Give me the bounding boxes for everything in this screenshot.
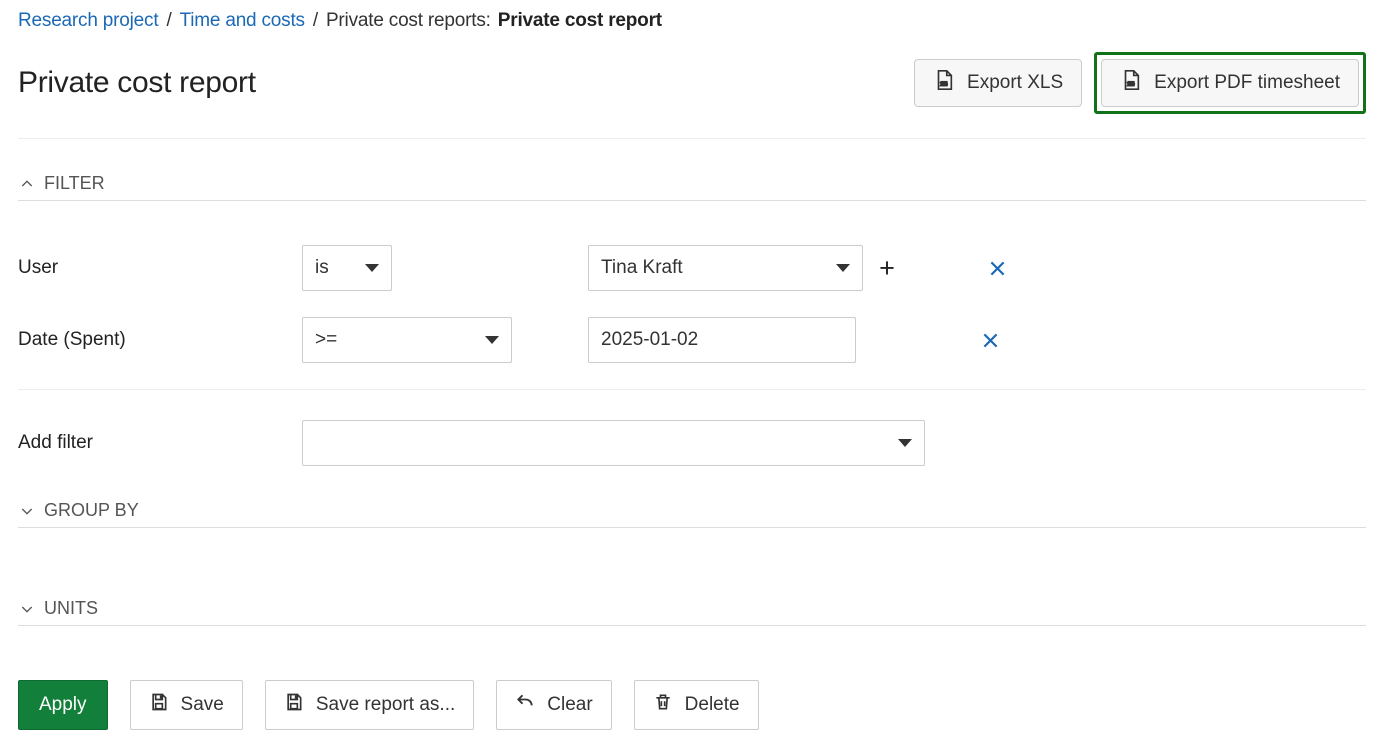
header-divider (18, 138, 1366, 139)
export-pdf-button[interactable]: XLS Export PDF timesheet (1101, 59, 1359, 107)
caret-down-icon (485, 336, 499, 344)
breadcrumb-sep: / (313, 10, 318, 32)
add-user-value-button[interactable]: + (869, 253, 905, 284)
apply-button[interactable]: Apply (18, 680, 108, 730)
filter-user-operator-select[interactable]: is (302, 245, 392, 291)
groupby-section-label: GROUP BY (44, 500, 139, 521)
svg-text:XLS: XLS (1128, 83, 1135, 87)
filter-row-date: Date (Spent) >= (18, 317, 1366, 363)
export-pdf-highlight: XLS Export PDF timesheet (1094, 52, 1366, 114)
caret-down-icon (365, 264, 379, 272)
clear-button[interactable]: Clear (496, 680, 611, 730)
breadcrumb-current: Private cost report (493, 10, 662, 32)
filter-user-value-select[interactable]: Tina Kraft (588, 245, 863, 291)
units-section-toggle[interactable]: UNITS (18, 598, 1366, 626)
chevron-down-icon (18, 502, 36, 520)
clear-label: Clear (547, 694, 592, 716)
save-as-label: Save report as... (316, 694, 455, 716)
chevron-down-icon (18, 600, 36, 618)
save-icon (149, 692, 169, 718)
save-button[interactable]: Save (130, 680, 243, 730)
add-filter-select[interactable] (302, 420, 925, 466)
filter-date-value-input[interactable] (588, 317, 856, 363)
breadcrumb-module-link[interactable]: Time and costs (180, 10, 305, 32)
caret-down-icon (898, 439, 912, 447)
remove-date-filter-button[interactable] (972, 330, 1008, 351)
save-icon (284, 692, 304, 718)
trash-icon (653, 692, 673, 718)
filter-section-toggle[interactable]: FILTER (18, 173, 1366, 201)
filter-row-user: User is Tina Kraft + (18, 245, 1366, 291)
file-xls-icon: XLS (933, 69, 955, 97)
export-xls-label: Export XLS (967, 72, 1063, 94)
export-pdf-label: Export PDF timesheet (1154, 72, 1340, 94)
breadcrumb-sep: / (166, 10, 171, 32)
filter-date-label: Date (Spent) (18, 329, 302, 351)
breadcrumb: Research project / Time and costs / Priv… (18, 10, 1366, 32)
filter-user-label: User (18, 257, 302, 279)
page-header: Private cost report XLS Export XLS XLS (18, 52, 1366, 114)
filter-date-operator-select[interactable]: >= (302, 317, 512, 363)
caret-down-icon (836, 264, 850, 272)
filter-divider (18, 389, 1366, 390)
filter-body: User is Tina Kraft + Date (Spent) >= Add… (18, 245, 1366, 466)
save-label: Save (181, 694, 224, 716)
breadcrumb-section: Private cost reports: (326, 10, 491, 32)
units-section-label: UNITS (44, 598, 98, 619)
svg-text:XLS: XLS (941, 83, 948, 87)
page-title: Private cost report (18, 66, 256, 100)
add-filter-label: Add filter (18, 432, 302, 454)
delete-label: Delete (685, 694, 740, 716)
file-pdf-icon: XLS (1120, 69, 1142, 97)
save-as-button[interactable]: Save report as... (265, 680, 474, 730)
remove-user-filter-button[interactable] (979, 258, 1015, 279)
filter-row-add: Add filter (18, 420, 1366, 466)
breadcrumb-project-link[interactable]: Research project (18, 10, 158, 32)
undo-icon (515, 692, 535, 718)
delete-button[interactable]: Delete (634, 680, 759, 730)
filter-section-label: FILTER (44, 173, 105, 194)
chevron-up-icon (18, 175, 36, 193)
export-xls-button[interactable]: XLS Export XLS (914, 59, 1082, 107)
groupby-section-toggle[interactable]: GROUP BY (18, 500, 1366, 528)
action-bar: Apply Save Save report as... Clear Delet… (18, 680, 1366, 730)
